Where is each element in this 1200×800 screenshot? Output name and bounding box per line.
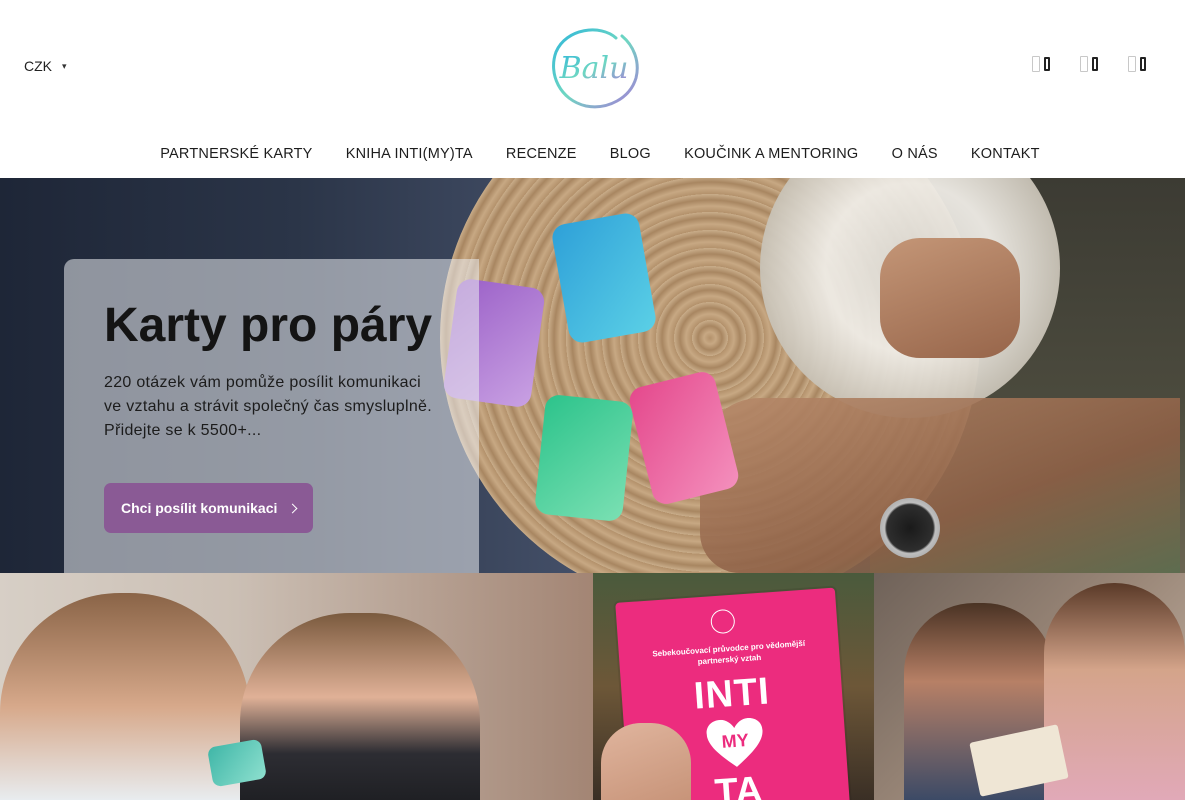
book-logo-icon [709, 608, 736, 635]
search-icon[interactable] [1032, 56, 1050, 72]
nav-item-recenze[interactable]: RECENZE [489, 142, 593, 166]
hero-panel: Karty pro páry 220 otázek vám pomůže pos… [64, 259, 479, 573]
cart-icon[interactable] [1128, 56, 1146, 72]
nav-item-kniha[interactable]: KNIHA INTI(MY)TA [329, 142, 489, 166]
image-tiles: Sebekoučovací průvodce pro vědomější par… [0, 573, 1185, 800]
chevron-right-icon [287, 503, 298, 513]
hero-hand-image [880, 238, 1020, 358]
chevron-down-icon: ▾ [62, 61, 67, 71]
hero-watch-image [880, 498, 940, 558]
currency-selector[interactable]: CZK ▾ [24, 58, 67, 74]
nav-item-o-nas[interactable]: O NÁS [875, 142, 954, 166]
hero-card-green [533, 393, 635, 523]
site-header: CZK ▾ Balu PARTNERSKÉ KARTY KNIHA INTI(M… [0, 0, 1200, 178]
svg-text:MY: MY [721, 730, 749, 752]
header-icons [1032, 56, 1146, 72]
hero-cta-label: Chci posílit komunikaci [121, 500, 278, 516]
hand-image [601, 723, 691, 800]
book-title-top: INTI [692, 670, 772, 718]
nav-item-koucink[interactable]: KOUČINK A MENTORING [667, 142, 875, 166]
nav-item-kontakt[interactable]: KONTAKT [954, 142, 1056, 166]
nav-item-partnerske-karty[interactable]: PARTNERSKÉ KARTY [144, 142, 329, 166]
svg-text:Balu: Balu [559, 51, 629, 86]
heart-icon: MY [706, 717, 763, 767]
hero-title: Karty pro páry [104, 299, 433, 352]
hero-banner: Karty pro páry 220 otázek vám pomůže pos… [0, 178, 1185, 573]
hero-cta-button[interactable]: Chci posílit komunikaci [104, 483, 314, 533]
hero-text: 220 otázek vám pomůže posílit komunikaci… [104, 374, 433, 439]
currency-label: CZK [24, 58, 52, 74]
balu-logo[interactable]: Balu [546, 22, 642, 112]
nav-item-blog[interactable]: BLOG [593, 142, 667, 166]
tile-couple-cards[interactable] [0, 573, 593, 800]
main-nav: PARTNERSKÉ KARTY KNIHA INTI(MY)TA RECENZ… [0, 142, 1200, 166]
hero-arm-image [700, 398, 1180, 573]
tile-book[interactable]: Sebekoučovací průvodce pro vědomější par… [593, 573, 874, 800]
man-image [240, 613, 480, 800]
user-icon[interactable] [1080, 56, 1098, 72]
book-subtitle: Sebekoučovací průvodce pro vědomější par… [652, 638, 806, 667]
tile-couple-reading[interactable] [874, 573, 1185, 800]
